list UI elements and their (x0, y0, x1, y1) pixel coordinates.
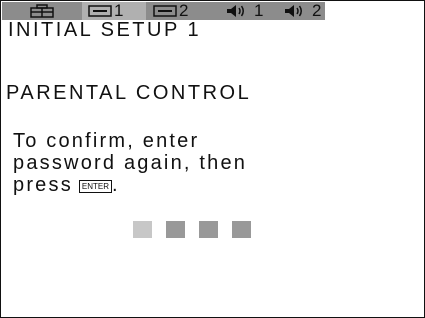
tab-audio-1-label: 1 (254, 1, 264, 20)
password-digit-4 (232, 221, 251, 238)
subtitle-icon (88, 5, 112, 17)
password-digit-3 (199, 221, 218, 238)
page-title: INITIAL SETUP 1 (8, 19, 202, 41)
tab-audio-2[interactable]: 2 (284, 2, 326, 20)
message-line-2: password again, then (13, 152, 248, 174)
message-line-1: To confirm, enter (13, 130, 200, 152)
message-line-3: press ENTER. (13, 174, 247, 196)
tab-audio-1[interactable]: 1 (226, 2, 272, 20)
message-period: . (112, 174, 120, 196)
setup-toolbox-icon (30, 4, 54, 18)
password-digit-1 (133, 221, 152, 238)
enter-key-icon: ENTER (78, 180, 113, 193)
section-title: PARENTAL CONTROL (6, 82, 252, 104)
tab-audio-2-label: 2 (312, 1, 322, 20)
speaker-icon (285, 5, 302, 17)
subtitle-icon (153, 5, 177, 17)
password-entry-field[interactable] (133, 221, 251, 238)
speaker-icon (227, 5, 244, 17)
message-press-text: press (13, 174, 73, 196)
password-digit-2 (166, 221, 185, 238)
confirm-message: To confirm, enter password again, then p… (13, 130, 247, 196)
